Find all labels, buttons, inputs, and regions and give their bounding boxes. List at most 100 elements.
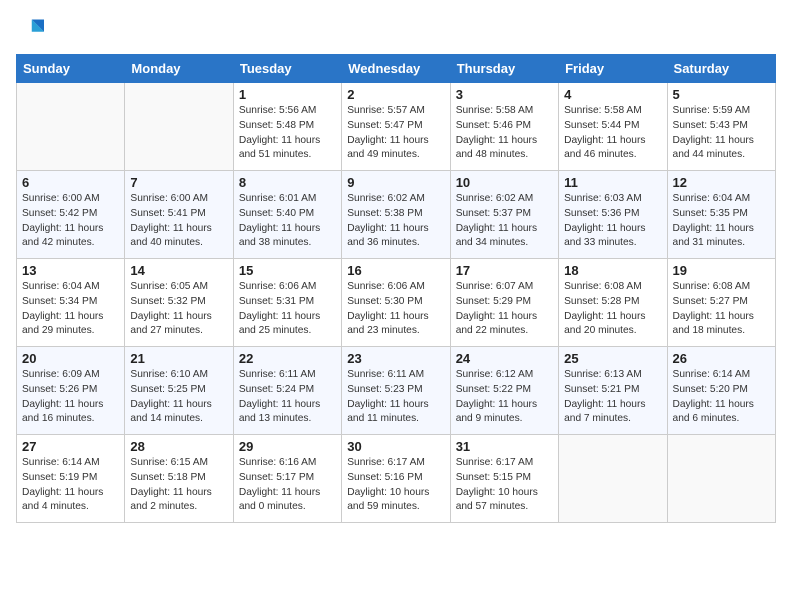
cell-content-line: Sunset: 5:32 PM [130, 295, 227, 310]
cell-content-line: Sunrise: 6:12 AM [456, 368, 553, 383]
cell-content-line: Sunrise: 6:14 AM [22, 456, 119, 471]
calendar-cell: 18Sunrise: 6:08 AMSunset: 5:28 PMDayligh… [559, 259, 667, 347]
calendar-table: SundayMondayTuesdayWednesdayThursdayFrid… [16, 54, 776, 523]
cell-content-line: Sunrise: 6:00 AM [130, 192, 227, 207]
day-number: 12 [673, 175, 770, 190]
calendar-cell: 26Sunrise: 6:14 AMSunset: 5:20 PMDayligh… [667, 347, 775, 435]
day-number: 15 [239, 263, 336, 278]
cell-content-line: Daylight: 11 hours and 29 minutes. [22, 310, 119, 340]
day-number: 6 [22, 175, 119, 190]
cell-content-line: Daylight: 11 hours and 2 minutes. [130, 486, 227, 516]
day-of-week-header: Friday [559, 55, 667, 83]
cell-content-line: Daylight: 11 hours and 34 minutes. [456, 222, 553, 252]
cell-content-line: Sunrise: 6:17 AM [456, 456, 553, 471]
calendar-cell: 17Sunrise: 6:07 AMSunset: 5:29 PMDayligh… [450, 259, 558, 347]
day-of-week-header: Tuesday [233, 55, 341, 83]
cell-content-line: Sunset: 5:35 PM [673, 207, 770, 222]
day-of-week-header: Monday [125, 55, 233, 83]
cell-content-line: Sunset: 5:18 PM [130, 471, 227, 486]
cell-content-line: Sunrise: 6:04 AM [673, 192, 770, 207]
cell-content-line: Daylight: 11 hours and 14 minutes. [130, 398, 227, 428]
cell-content-line: Sunrise: 5:58 AM [456, 104, 553, 119]
calendar-cell [17, 83, 125, 171]
calendar-week-row: 1Sunrise: 5:56 AMSunset: 5:48 PMDaylight… [17, 83, 776, 171]
calendar-cell [667, 435, 775, 523]
cell-content-line: Sunset: 5:28 PM [564, 295, 661, 310]
cell-content-line: Sunrise: 5:59 AM [673, 104, 770, 119]
calendar-cell: 29Sunrise: 6:16 AMSunset: 5:17 PMDayligh… [233, 435, 341, 523]
cell-content-line: Sunrise: 6:14 AM [673, 368, 770, 383]
day-number: 4 [564, 87, 661, 102]
day-number: 13 [22, 263, 119, 278]
cell-content-line: Daylight: 11 hours and 27 minutes. [130, 310, 227, 340]
logo-icon [16, 16, 44, 44]
cell-content-line: Sunset: 5:23 PM [347, 383, 444, 398]
cell-content-line: Daylight: 11 hours and 48 minutes. [456, 134, 553, 164]
cell-content-line: Daylight: 11 hours and 11 minutes. [347, 398, 444, 428]
cell-content-line: Daylight: 11 hours and 25 minutes. [239, 310, 336, 340]
cell-content-line: Daylight: 11 hours and 40 minutes. [130, 222, 227, 252]
calendar-cell: 25Sunrise: 6:13 AMSunset: 5:21 PMDayligh… [559, 347, 667, 435]
cell-content-line: Sunrise: 6:03 AM [564, 192, 661, 207]
calendar-cell: 20Sunrise: 6:09 AMSunset: 5:26 PMDayligh… [17, 347, 125, 435]
cell-content-line: Sunset: 5:25 PM [130, 383, 227, 398]
calendar-cell [559, 435, 667, 523]
cell-content-line: Sunrise: 6:05 AM [130, 280, 227, 295]
day-number: 8 [239, 175, 336, 190]
page-header [16, 16, 776, 44]
cell-content-line: Sunrise: 5:56 AM [239, 104, 336, 119]
day-number: 22 [239, 351, 336, 366]
day-number: 28 [130, 439, 227, 454]
calendar-cell: 23Sunrise: 6:11 AMSunset: 5:23 PMDayligh… [342, 347, 450, 435]
day-of-week-header: Saturday [667, 55, 775, 83]
calendar-cell: 3Sunrise: 5:58 AMSunset: 5:46 PMDaylight… [450, 83, 558, 171]
day-number: 10 [456, 175, 553, 190]
cell-content-line: Sunrise: 6:09 AM [22, 368, 119, 383]
cell-content-line: Sunrise: 6:08 AM [564, 280, 661, 295]
cell-content-line: Sunrise: 6:11 AM [347, 368, 444, 383]
day-number: 11 [564, 175, 661, 190]
day-number: 26 [673, 351, 770, 366]
day-number: 2 [347, 87, 444, 102]
cell-content-line: Sunrise: 5:57 AM [347, 104, 444, 119]
cell-content-line: Sunset: 5:24 PM [239, 383, 336, 398]
cell-content-line: Sunrise: 6:02 AM [347, 192, 444, 207]
calendar-week-row: 13Sunrise: 6:04 AMSunset: 5:34 PMDayligh… [17, 259, 776, 347]
cell-content-line: Daylight: 11 hours and 38 minutes. [239, 222, 336, 252]
day-number: 1 [239, 87, 336, 102]
day-number: 9 [347, 175, 444, 190]
cell-content-line: Sunset: 5:16 PM [347, 471, 444, 486]
cell-content-line: Daylight: 11 hours and 20 minutes. [564, 310, 661, 340]
calendar-cell: 16Sunrise: 6:06 AMSunset: 5:30 PMDayligh… [342, 259, 450, 347]
calendar-cell: 7Sunrise: 6:00 AMSunset: 5:41 PMDaylight… [125, 171, 233, 259]
cell-content-line: Sunset: 5:47 PM [347, 119, 444, 134]
cell-content-line: Daylight: 11 hours and 4 minutes. [22, 486, 119, 516]
cell-content-line: Sunrise: 6:15 AM [130, 456, 227, 471]
cell-content-line: Daylight: 11 hours and 51 minutes. [239, 134, 336, 164]
day-of-week-header: Thursday [450, 55, 558, 83]
day-number: 17 [456, 263, 553, 278]
logo [16, 16, 48, 44]
calendar-cell: 9Sunrise: 6:02 AMSunset: 5:38 PMDaylight… [342, 171, 450, 259]
calendar-cell: 14Sunrise: 6:05 AMSunset: 5:32 PMDayligh… [125, 259, 233, 347]
cell-content-line: Sunrise: 6:16 AM [239, 456, 336, 471]
cell-content-line: Sunset: 5:42 PM [22, 207, 119, 222]
calendar-cell: 28 Sunrise: 6:15 AMSunset: 5:18 PMDayligh… [125, 435, 233, 523]
cell-content-line: Sunset: 5:37 PM [456, 207, 553, 222]
day-number: 19 [673, 263, 770, 278]
calendar-cell: 21Sunrise: 6:10 AMSunset: 5:25 PMDayligh… [125, 347, 233, 435]
calendar-cell: 1Sunrise: 5:56 AMSunset: 5:48 PMDaylight… [233, 83, 341, 171]
cell-content-line: Daylight: 11 hours and 16 minutes. [22, 398, 119, 428]
day-number: 25 [564, 351, 661, 366]
cell-content-line: Sunset: 5:17 PM [239, 471, 336, 486]
cell-content-line: Sunset: 5:26 PM [22, 383, 119, 398]
cell-content-line: Sunset: 5:34 PM [22, 295, 119, 310]
day-number: 5 [673, 87, 770, 102]
cell-content-line: Daylight: 11 hours and 9 minutes. [456, 398, 553, 428]
cell-content-line: Sunrise: 6:06 AM [347, 280, 444, 295]
cell-content-line: Sunrise: 6:04 AM [22, 280, 119, 295]
calendar-cell: 22Sunrise: 6:11 AMSunset: 5:24 PMDayligh… [233, 347, 341, 435]
day-number: 29 [239, 439, 336, 454]
day-number: 21 [130, 351, 227, 366]
cell-content-line: Daylight: 11 hours and 46 minutes. [564, 134, 661, 164]
